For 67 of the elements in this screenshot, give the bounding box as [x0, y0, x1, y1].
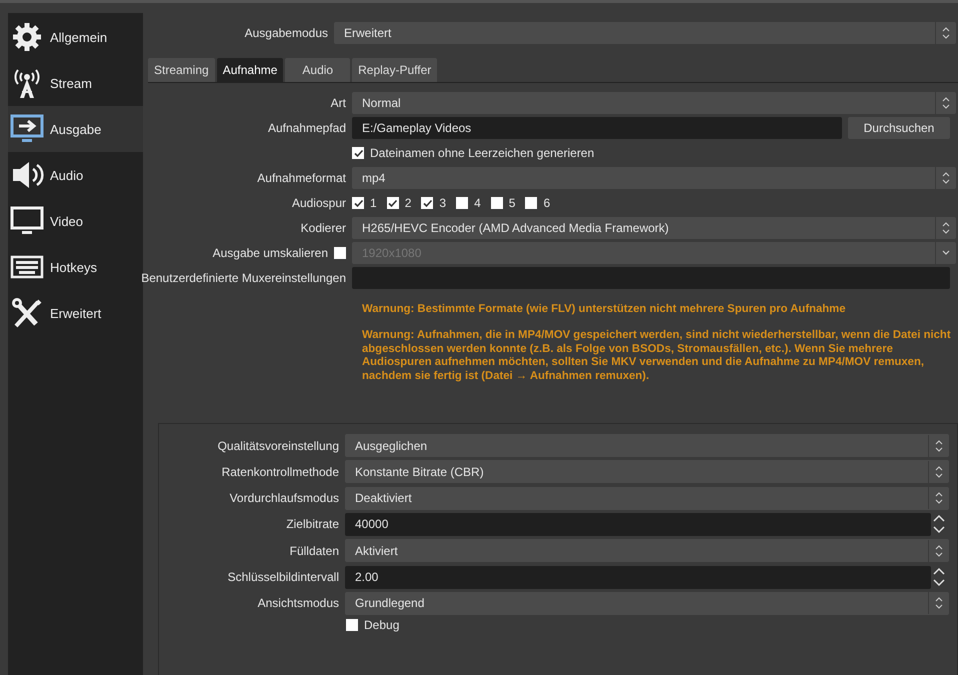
checkbox-label: Debug: [364, 618, 400, 632]
field-label: Ausgabe umskalieren: [212, 246, 328, 260]
chevron-icon: [942, 222, 950, 234]
tab[interactable]: Audio: [285, 58, 350, 82]
checkbox-label: 1: [370, 196, 377, 210]
input-field[interactable]: E:/Gameplay Videos: [352, 117, 842, 139]
field-label: Aufnahmeformat: [257, 171, 346, 185]
warning-text: Warnung: Bestimmte Formate (wie FLV) unterstützen nicht mehrere Spuren pro Aufnahme: [362, 303, 847, 316]
checkbox[interactable]: [456, 197, 468, 209]
field-label: Art: [330, 96, 346, 110]
checkbox[interactable]: [352, 147, 364, 159]
sidebar-item[interactable]: Video: [8, 198, 143, 244]
checkbox-label: 2: [404, 196, 412, 210]
dropdown[interactable]: Erweitert: [334, 22, 956, 44]
field-label: Schlüsselbildintervall: [228, 570, 339, 584]
checkbox[interactable]: [386, 197, 399, 209]
dropdown[interactable]: Deaktiviert: [345, 486, 949, 510]
sidebar-item[interactable]: Hotkeys: [8, 244, 143, 290]
field-label: Qualitätsvoreinstellung: [218, 438, 339, 453]
chevron-icon: [942, 27, 950, 39]
field-label: Ansichtsmodus: [258, 596, 339, 610]
field-label: Audiospur: [292, 196, 346, 210]
chevron-icon: [935, 440, 943, 452]
field-label: Ratenkontrollmethode: [222, 464, 339, 479]
sidebar-item[interactable]: Audio: [8, 152, 143, 198]
input-field[interactable]: 40000: [345, 512, 931, 536]
tab[interactable]: Aufnahme: [216, 58, 284, 82]
dropdown[interactable]: Grundlegend: [345, 592, 949, 615]
chevron-icon: [942, 172, 950, 184]
dropdown[interactable]: mp4: [352, 167, 956, 189]
checkbox-label: 5: [508, 196, 516, 210]
tab[interactable]: Replay-Puffer: [352, 58, 438, 82]
field-label: Fülldaten: [290, 544, 339, 558]
chevron-icon: [942, 97, 950, 109]
input-field[interactable]: [352, 267, 950, 289]
checkbox-label: 4: [474, 196, 481, 210]
field-label: Benutzerdefinierte Muxereinstellungen: [141, 271, 346, 285]
field-label: Vordurchlaufsmodus: [230, 491, 339, 506]
browse-button[interactable]: Durchsuchen: [848, 117, 950, 139]
checkbox-label: Dateinamen ohne Leerzeichen generieren: [370, 146, 594, 160]
checkbox[interactable]: [421, 197, 434, 209]
chevron-icon: [935, 466, 943, 478]
sidebar-item[interactable]: Erweitert: [8, 290, 143, 336]
tab[interactable]: Streaming: [148, 58, 215, 82]
chevron-icon: [935, 544, 943, 557]
checkbox-label: 3: [439, 196, 446, 210]
chevron-icon: [935, 492, 943, 504]
field-label: Kodierer: [300, 221, 346, 235]
checkbox[interactable]: [525, 197, 538, 209]
field-label: Aufnahmepfad: [268, 121, 346, 135]
warning-text: Warnung: Aufnahmen, die in MP4/MOV gespeichert werden, sind nicht wiederherstellbar, wenn die Datei nicht abgeschlossen werden konnte (z.B. als Folge von BSODs, Stromausfällen, etc.). Wenn Sie mehrere Audiospuren aufnehmen möchten, sollten Sie MKV verwenden und die Aufnahme zu MP4/MOV remuxen, nachdem sie fertig ist (Datei → Aufnahmen remuxen).: [362, 329, 952, 384]
input-field[interactable]: 2.00: [345, 566, 931, 589]
checkbox[interactable]: [352, 197, 364, 209]
field-label: Ausgabemodus: [244, 26, 329, 40]
checkbox-label: 6: [543, 196, 550, 210]
sidebar-item[interactable]: Stream: [8, 60, 143, 106]
dropdown[interactable]: H265/HEVC Encoder (AMD Advanced Media Framework): [352, 217, 956, 239]
sidebar-item[interactable]: Allgemein: [8, 14, 143, 60]
dropdown[interactable]: Ausgeglichen: [345, 434, 949, 458]
dropdown[interactable]: Konstante Bitrate (CBR): [345, 460, 949, 484]
dropdown[interactable]: Normal: [352, 92, 956, 114]
checkbox[interactable]: [346, 619, 358, 632]
dropdown[interactable]: Aktiviert: [345, 539, 949, 562]
checkbox[interactable]: [490, 197, 503, 209]
sidebar-item[interactable]: Ausgabe: [8, 106, 143, 152]
field-label: Zielbitrate: [286, 517, 339, 532]
chevron-icon: [935, 597, 943, 610]
